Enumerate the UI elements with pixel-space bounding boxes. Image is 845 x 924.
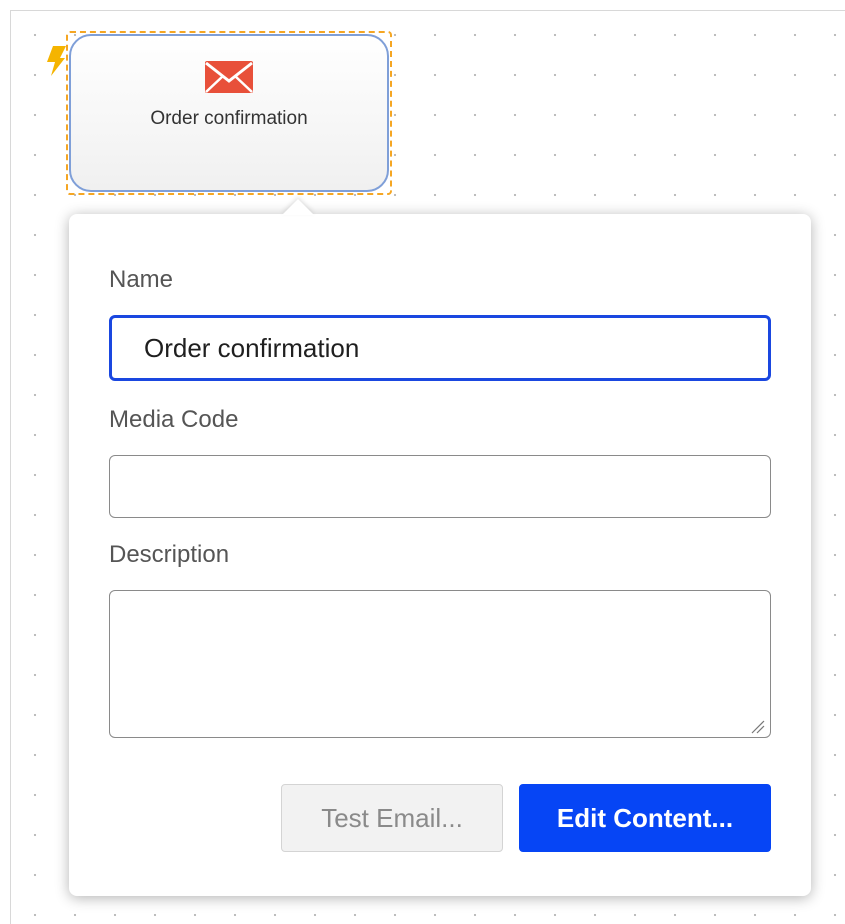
email-node[interactable]: Order confirmation	[69, 34, 389, 192]
name-input[interactable]	[109, 315, 771, 381]
popover-arrow	[282, 199, 314, 215]
envelope-icon	[205, 61, 253, 93]
node-properties-popover: Name Media Code Description Test Email..…	[69, 199, 811, 896]
description-label: Description	[109, 541, 230, 568]
lightning-bolt-icon	[47, 46, 66, 76]
description-textarea[interactable]	[109, 590, 771, 738]
media-code-input[interactable]	[109, 455, 771, 518]
resize-grip-icon[interactable]	[751, 720, 765, 734]
node-label: Order confirmation	[150, 108, 308, 129]
name-label: Name	[109, 266, 174, 293]
edit-content-button[interactable]: Edit Content...	[519, 784, 771, 852]
media-code-label: Media Code	[109, 406, 239, 433]
test-email-button[interactable]: Test Email...	[281, 784, 503, 852]
